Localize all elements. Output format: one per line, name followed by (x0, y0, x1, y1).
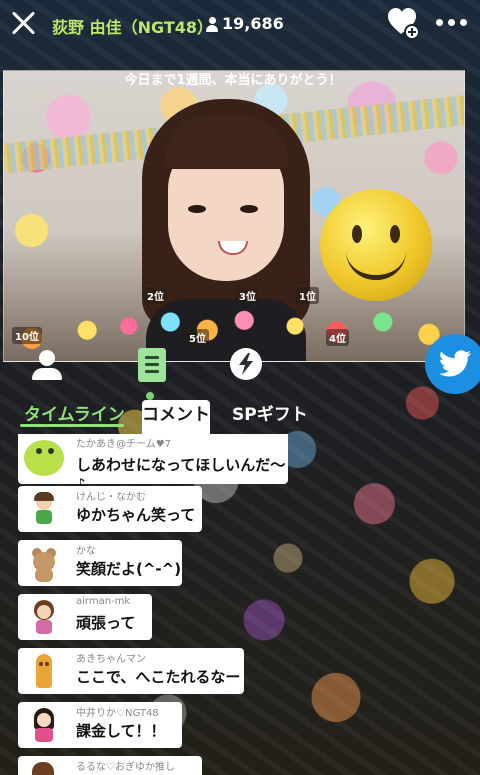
list-item[interactable]: かな 笑顔だよ(^-^) (18, 540, 182, 586)
green-blob-avatar (24, 440, 64, 476)
rank-tag: 1位 (296, 287, 319, 304)
tab-underline (20, 424, 124, 427)
lightning-icon[interactable] (228, 346, 266, 384)
bear-avatar (24, 544, 62, 582)
close-icon[interactable] (8, 7, 40, 39)
list-item[interactable]: けんじ・なかむ ゆかちゃん笑って (18, 486, 202, 532)
top-bar: 荻野 由佳（NGT48） 19,686 (0, 0, 480, 48)
boy-avatar (24, 490, 62, 528)
comment-text: ここで、へこたれるなー (76, 668, 241, 686)
viewer-count-value: 19,686 (222, 14, 284, 33)
tab-timeline[interactable]: タイムライン (24, 400, 125, 425)
comment-user: あきちゃんマン (76, 654, 146, 665)
list-item[interactable]: airman-mk 頑張って (18, 594, 152, 640)
list-item[interactable]: たかあき@チーム♥7 しあわせになってほしいんだ〜♪ (18, 434, 288, 493)
live-video[interactable]: 2位 3位 1位 10位 5位 4位 (3, 70, 465, 362)
user-icon[interactable] (28, 346, 66, 384)
timeline-icon[interactable] (134, 346, 172, 384)
girl-avatar (24, 598, 62, 636)
viewer-count: 19,686 (206, 14, 284, 33)
list-item[interactable]: 中井りか♡NGT48 課金して！！ (18, 702, 182, 748)
rank-tag: 3位 (236, 287, 259, 304)
tab-sp-gift[interactable]: SPギフト (232, 400, 308, 425)
comment-user: けんじ・なかむ (76, 492, 146, 503)
rank-tag: 2位 (144, 287, 167, 304)
comment-text: 笑顔だよ(^-^) (76, 560, 182, 578)
dot-icon (448, 18, 455, 26)
comment-user: かな (76, 546, 96, 557)
more-options-button[interactable] (436, 12, 472, 32)
comment-text: ゆかちゃん笑って (76, 506, 196, 524)
comment-text: 頑張って (76, 614, 136, 632)
statue-avatar (24, 652, 62, 690)
twitter-share-button[interactable] (425, 334, 480, 394)
list-item[interactable]: あきちゃんマン ここで、へこたれるなー (18, 648, 244, 694)
announcement-banner: 今日まで1週間、本当にありがとう！ (124, 73, 342, 88)
active-tab-indicator (146, 392, 154, 400)
avatar (32, 762, 54, 775)
heart-plus-icon (388, 8, 420, 40)
idol-avatar (24, 706, 62, 744)
comment-user: るるな♡おぎゆか推し (76, 762, 175, 773)
comment-user: airman-mk (76, 596, 131, 607)
comment-user: 中井りか♡NGT48 (76, 708, 159, 719)
tab-bar: タイムライン コメント SPギフト (0, 342, 480, 446)
comment-user: たかあき@チーム♥7 (76, 439, 172, 450)
streamer-name[interactable]: 荻野 由佳（NGT48） (52, 14, 213, 38)
favorite-add-button[interactable] (386, 6, 420, 40)
dot-icon (460, 18, 467, 26)
twitter-bird-icon (439, 350, 471, 377)
person-icon (206, 16, 218, 32)
list-item[interactable]: るるな♡おぎゆか推し (18, 756, 202, 775)
comment-text: 課金して！！ (76, 722, 166, 740)
dot-icon (436, 18, 443, 26)
